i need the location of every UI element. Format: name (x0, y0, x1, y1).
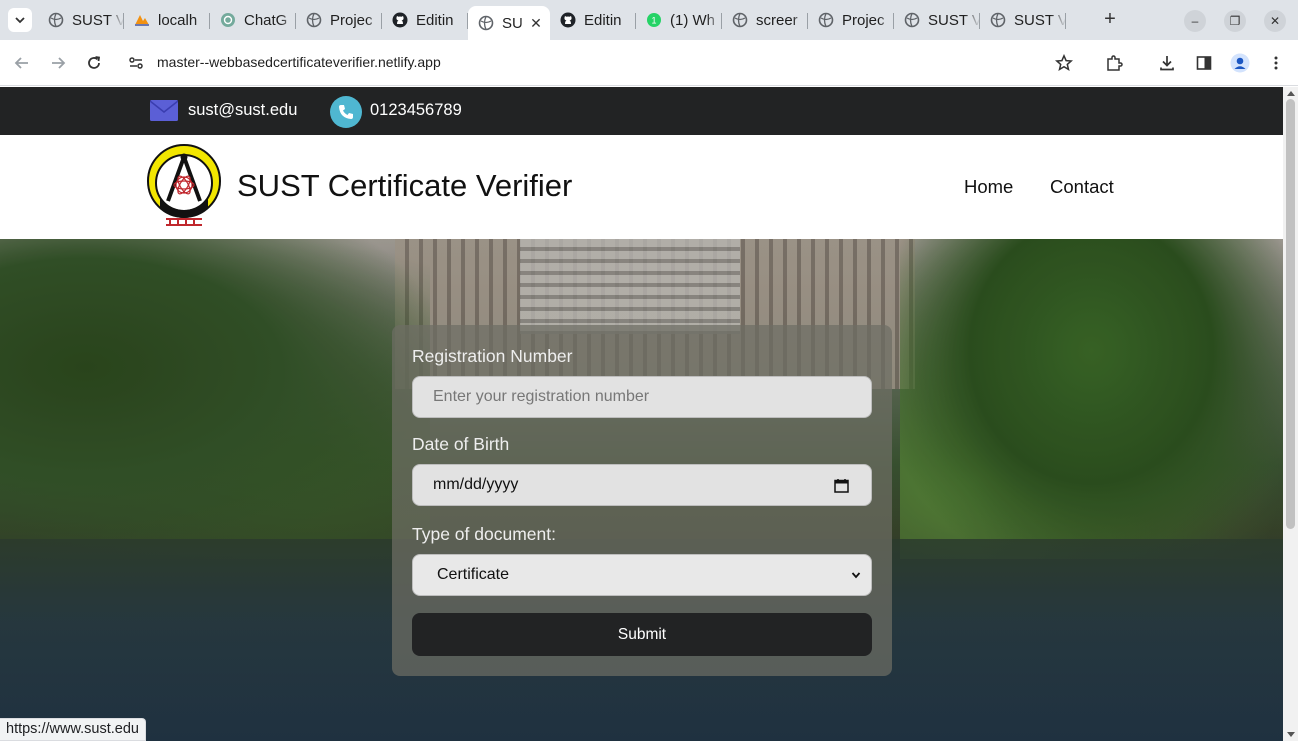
new-tab-button[interactable]: + (1100, 9, 1120, 29)
tab[interactable]: 1 (1) Wh (636, 6, 722, 34)
tab-title: Editin (584, 11, 622, 29)
phone-icon (330, 96, 362, 128)
tab-title: Projec (842, 11, 885, 29)
side-panel-icon (1196, 56, 1212, 70)
tab-search-button[interactable] (8, 8, 32, 32)
tab[interactable]: Editin (382, 6, 468, 34)
phpmyadmin-icon (134, 12, 150, 28)
scroll-down-arrow-icon[interactable] (1287, 732, 1295, 737)
tab[interactable]: ChatG (210, 6, 296, 34)
date-of-birth-label: Date of Birth (412, 434, 510, 454)
star-icon (1055, 54, 1073, 71)
nav-home-link[interactable]: Home (964, 176, 1013, 198)
close-tab-icon[interactable]: ✕ (528, 15, 544, 32)
hero-section: Registration Number Enter your registrat… (0, 239, 1283, 741)
downloads-button[interactable] (1156, 52, 1178, 74)
document-type-label: Type of document: (412, 524, 556, 544)
puzzle-icon (1107, 55, 1123, 71)
date-of-birth-placeholder: mm/dd/yyyy (433, 476, 519, 493)
tab[interactable]: SUST V (894, 6, 980, 34)
contact-bar: sust@sust.edu 0123456789 (0, 87, 1283, 135)
github-icon (560, 12, 576, 28)
download-icon (1160, 56, 1174, 71)
tab[interactable]: Editin (550, 6, 636, 34)
menu-button[interactable] (1265, 52, 1287, 74)
globe-icon (990, 12, 1006, 28)
document-type-selected: Certificate (437, 566, 510, 583)
registration-number-placeholder: Enter your registration number (433, 388, 650, 405)
address-bar[interactable]: master--webbasedcertificateverifier.netl… (120, 46, 1090, 80)
globe-icon (904, 12, 920, 28)
close-window-button[interactable]: ✕ (1264, 10, 1286, 32)
globe-icon (732, 12, 748, 28)
tab[interactable]: SUST V (980, 6, 1066, 34)
tab-title: SU (502, 14, 523, 32)
reload-icon (88, 56, 101, 69)
back-button[interactable] (11, 52, 33, 74)
globe-icon (478, 15, 494, 31)
github-icon (392, 12, 408, 28)
site-title[interactable]: SUST Certificate Verifier (237, 168, 572, 204)
chevron-down-icon (15, 17, 25, 24)
whatsapp-icon: 1 (646, 12, 662, 28)
contact-email: sust@sust.edu (188, 101, 298, 119)
page-viewport: sust@sust.edu 0123456789 SUST Certificat… (0, 87, 1283, 741)
extensions-button[interactable] (1103, 52, 1125, 74)
browser-tab-strip: SUST V localh ChatG Projec Editin SU ✕ E… (0, 0, 1298, 40)
tab[interactable]: screer (722, 6, 808, 34)
tab-title: (1) Wh (670, 11, 715, 29)
globe-icon (306, 12, 322, 28)
tab-title: localh (158, 11, 198, 29)
tab-title: screer (756, 11, 798, 29)
avatar-icon (1230, 53, 1250, 73)
tab-title: SUST V (1014, 11, 1066, 29)
side-panel-button[interactable] (1193, 52, 1215, 74)
tab-list: SUST V localh ChatG Projec Editin SU ✕ E… (38, 6, 1066, 40)
sust-logo[interactable] (146, 143, 222, 229)
globe-icon (48, 12, 64, 28)
link-status-bubble: https://www.sust.edu (0, 718, 146, 741)
globe-icon (818, 12, 834, 28)
svg-text:1: 1 (651, 16, 656, 26)
chevron-down-icon (851, 572, 861, 579)
mail-icon (150, 100, 178, 121)
chatgpt-icon (220, 12, 236, 28)
tab-title: ChatG (244, 11, 288, 29)
contact-phone: 0123456789 (370, 101, 462, 119)
site-header: SUST Certificate Verifier Home Contact (0, 135, 1283, 239)
bookmark-button[interactable] (1053, 52, 1075, 74)
site-info-icon[interactable] (128, 55, 144, 71)
date-of-birth-input[interactable]: mm/dd/yyyy (412, 464, 872, 506)
minimize-button[interactable]: – (1184, 10, 1206, 32)
scrollbar-thumb[interactable] (1286, 99, 1295, 529)
scroll-up-arrow-icon[interactable] (1287, 91, 1295, 96)
verification-form: Registration Number Enter your registrat… (392, 325, 892, 676)
profile-button[interactable] (1229, 52, 1251, 74)
url-text[interactable]: master--webbasedcertificateverifier.netl… (157, 54, 441, 70)
calendar-icon[interactable] (834, 478, 849, 493)
tab[interactable]: SUST V (38, 6, 124, 34)
submit-button[interactable]: Submit (412, 613, 872, 656)
browser-toolbar: master--webbasedcertificateverifier.netl… (0, 40, 1298, 86)
registration-number-label: Registration Number (412, 346, 573, 366)
tab[interactable]: Projec (296, 6, 382, 34)
tab-title: Projec (330, 11, 373, 29)
tab-title: Editin (416, 11, 454, 29)
reload-button[interactable] (83, 52, 105, 74)
restore-button[interactable]: ❐ (1224, 10, 1246, 32)
nav-contact-link[interactable]: Contact (1050, 176, 1114, 198)
forward-button[interactable] (47, 52, 69, 74)
tab-title: SUST V (72, 11, 124, 29)
tab-title: SUST V (928, 11, 980, 29)
tab[interactable]: localh (124, 6, 210, 34)
arrow-left-icon (14, 57, 28, 69)
registration-number-input[interactable]: Enter your registration number (412, 376, 872, 418)
arrow-right-icon (52, 57, 66, 69)
page-scrollbar[interactable] (1283, 87, 1298, 741)
tab-active[interactable]: SU ✕ (468, 6, 550, 40)
tab[interactable]: Projec (808, 6, 894, 34)
document-type-select[interactable]: Certificate (412, 554, 872, 596)
kebab-menu-icon (1274, 56, 1278, 70)
